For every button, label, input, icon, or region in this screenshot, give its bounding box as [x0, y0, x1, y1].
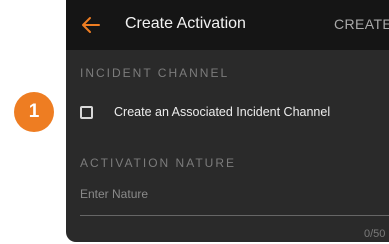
create-button[interactable]: CREATE	[334, 16, 389, 32]
activation-nature-section-label: ACTIVATION NATURE	[80, 156, 237, 170]
incident-channel-checkbox[interactable]	[80, 105, 93, 119]
incident-channel-section-label: INCIDENT CHANNEL	[80, 66, 230, 80]
app-bar: Create Activation CREATE	[66, 0, 389, 50]
page-title: Create Activation	[125, 15, 246, 32]
step-number: 1	[28, 101, 40, 122]
incident-channel-checkbox-row[interactable]: Create an Associated Incident Channel	[80, 100, 330, 124]
nature-char-counter: 0/50	[364, 228, 386, 240]
nature-input[interactable]	[80, 184, 389, 204]
nature-input-underline	[80, 215, 389, 216]
incident-channel-checkbox-label: Create an Associated Incident Channel	[114, 105, 331, 119]
create-activation-screen: Create Activation CREATE INCIDENT CHANNE…	[66, 0, 389, 242]
arrow-left-icon[interactable]	[80, 14, 102, 36]
step-number-badge: 1	[14, 92, 54, 132]
